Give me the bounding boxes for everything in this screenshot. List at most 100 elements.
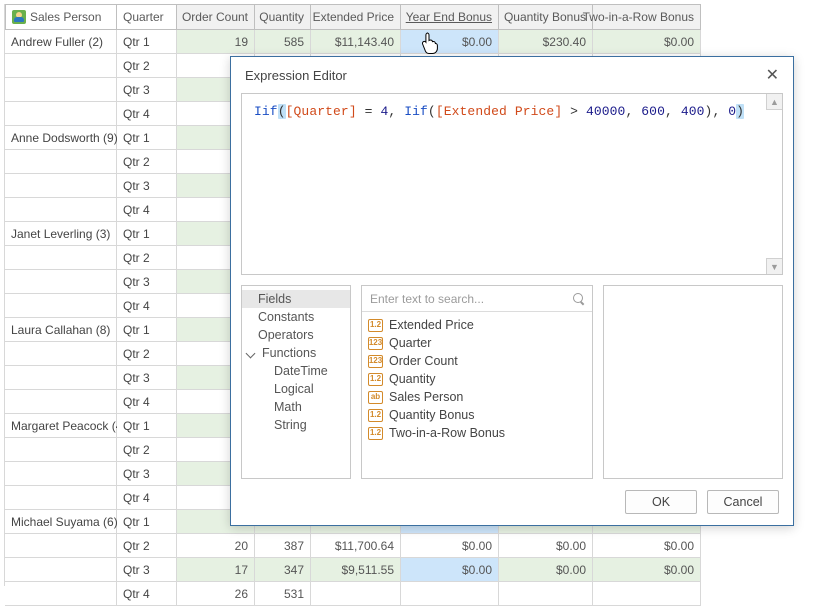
quantity-cell[interactable]: 585 <box>255 30 311 54</box>
quarter-cell[interactable]: Qtr 1 <box>117 222 177 246</box>
group-cell[interactable]: Anne Dodsworth (9) <box>5 126 117 150</box>
list-item[interactable]: 123Order Count <box>362 352 592 370</box>
column-header-quarter[interactable]: Quarter <box>117 4 177 30</box>
quarter-cell[interactable]: Qtr 4 <box>117 294 177 318</box>
quantity-bonus-cell[interactable]: $0.00 <box>499 534 593 558</box>
quarter-cell[interactable]: Qtr 3 <box>117 558 177 582</box>
quantity-cell[interactable]: 347 <box>255 558 311 582</box>
quarter-cell[interactable]: Qtr 1 <box>117 126 177 150</box>
quarter-cell[interactable]: Qtr 4 <box>117 198 177 222</box>
quantity-cell[interactable]: 387 <box>255 534 311 558</box>
tree-node-functions[interactable]: Functions <box>242 344 350 362</box>
two-in-a-row-bonus-cell[interactable]: $0.00 <box>593 558 701 582</box>
quarter-cell[interactable]: Qtr 2 <box>117 246 177 270</box>
extended-price-cell[interactable]: $9,511.55 <box>311 558 401 582</box>
column-header-two-in-a-row-bonus[interactable]: Two-in-a-Row Bonus <box>593 4 701 30</box>
list-item[interactable]: 123Quarter <box>362 334 592 352</box>
quarter-cell[interactable]: Qtr 2 <box>117 54 177 78</box>
group-cell[interactable] <box>5 270 117 294</box>
field-search[interactable] <box>362 286 592 312</box>
list-item[interactable]: 1.2Quantity <box>362 370 592 388</box>
quarter-cell[interactable]: Qtr 1 <box>117 414 177 438</box>
tree-node-operators[interactable]: Operators <box>242 326 350 344</box>
quarter-cell[interactable]: Qtr 3 <box>117 270 177 294</box>
tree-node-constants[interactable]: Constants <box>242 308 350 326</box>
two-in-a-row-bonus-cell[interactable]: $0.00 <box>593 30 701 54</box>
field-list[interactable]: 1.2Extended Price123Quarter123Order Coun… <box>362 312 592 446</box>
group-cell[interactable] <box>5 366 117 390</box>
quarter-cell[interactable]: Qtr 2 <box>117 342 177 366</box>
group-cell[interactable] <box>5 342 117 366</box>
search-input[interactable] <box>368 291 572 307</box>
group-cell[interactable] <box>5 54 117 78</box>
two-in-a-row-bonus-cell[interactable]: $0.00 <box>593 534 701 558</box>
group-cell[interactable] <box>5 78 117 102</box>
close-icon[interactable]: ✕ <box>762 61 783 89</box>
group-cell[interactable] <box>5 558 117 582</box>
column-header-quantity[interactable]: Quantity <box>255 4 311 30</box>
quarter-cell[interactable]: Qtr 4 <box>117 390 177 414</box>
quarter-cell[interactable]: Qtr 1 <box>117 318 177 342</box>
quarter-cell[interactable]: Qtr 3 <box>117 462 177 486</box>
ok-button[interactable]: OK <box>625 490 697 514</box>
order-count-cell[interactable]: 20 <box>177 534 255 558</box>
tree-node-fields[interactable]: Fields <box>242 290 350 308</box>
tree-node-logical[interactable]: Logical <box>242 380 350 398</box>
group-cell[interactable] <box>5 246 117 270</box>
quarter-cell[interactable]: Qtr 4 <box>117 102 177 126</box>
quarter-cell[interactable]: Qtr 3 <box>117 78 177 102</box>
quarter-cell[interactable]: Qtr 3 <box>117 174 177 198</box>
cancel-button[interactable]: Cancel <box>707 490 779 514</box>
group-cell[interactable]: Laura Callahan (8) <box>5 318 117 342</box>
quarter-cell[interactable]: Qtr 2 <box>117 150 177 174</box>
quarter-cell[interactable]: Qtr 2 <box>117 534 177 558</box>
order-count-cell[interactable]: 17 <box>177 558 255 582</box>
tree-node-datetime[interactable]: DateTime <box>242 362 350 380</box>
quarter-cell[interactable]: Qtr 1 <box>117 510 177 534</box>
column-header-sales-person[interactable]: Sales Person <box>5 4 117 30</box>
group-cell[interactable] <box>5 462 117 486</box>
field-label: Extended Price <box>389 318 474 332</box>
group-cell[interactable] <box>5 294 117 318</box>
scroll-up-icon[interactable]: ▲ <box>766 94 782 110</box>
column-header-quantity-bonus[interactable]: Quantity Bonus <box>499 4 593 30</box>
quantity-bonus-cell[interactable]: $230.40 <box>499 30 593 54</box>
tree-node-math[interactable]: Math <box>242 398 350 416</box>
tree-node-string[interactable]: String <box>242 416 350 434</box>
expression-text-editor[interactable]: Iif([Quarter] = 4, Iif([Extended Price] … <box>241 93 783 275</box>
order-count-cell[interactable]: 19 <box>177 30 255 54</box>
group-cell[interactable] <box>5 150 117 174</box>
list-item[interactable]: 1.2Extended Price <box>362 316 592 334</box>
field-type-icon: ab <box>368 391 383 404</box>
group-cell[interactable] <box>5 486 117 510</box>
year-end-bonus-cell[interactable]: $0.00 <box>401 558 499 582</box>
quarter-cell[interactable]: Qtr 4 <box>117 486 177 510</box>
group-cell[interactable] <box>5 534 117 558</box>
group-cell[interactable]: Michael Suyama (6) <box>5 510 117 534</box>
quarter-cell[interactable]: Qtr 1 <box>117 30 177 54</box>
list-item[interactable]: abSales Person <box>362 388 592 406</box>
column-header-order-count[interactable]: Order Count <box>177 4 255 30</box>
group-cell[interactable]: Andrew Fuller (2) <box>5 30 117 54</box>
group-cell[interactable]: Janet Leverling (3) <box>5 222 117 246</box>
group-cell[interactable] <box>5 198 117 222</box>
group-cell[interactable] <box>5 174 117 198</box>
group-cell[interactable] <box>5 438 117 462</box>
extended-price-cell[interactable]: $11,143.40 <box>311 30 401 54</box>
quarter-cell[interactable]: Qtr 2 <box>117 438 177 462</box>
list-item[interactable]: 1.2Quantity Bonus <box>362 406 592 424</box>
list-item[interactable]: 1.2Two-in-a-Row Bonus <box>362 424 592 442</box>
group-cell[interactable] <box>5 102 117 126</box>
scroll-down-icon[interactable]: ▼ <box>766 258 782 274</box>
quantity-bonus-cell[interactable]: $0.00 <box>499 558 593 582</box>
field-label: Quantity <box>389 372 436 386</box>
year-end-bonus-cell[interactable]: $0.00 <box>401 30 499 54</box>
group-cell[interactable]: Margaret Peacock (4) <box>5 414 117 438</box>
year-end-bonus-cell[interactable]: $0.00 <box>401 534 499 558</box>
column-header-extended-price[interactable]: Extended Price <box>311 4 401 30</box>
quarter-cell[interactable]: Qtr 3 <box>117 366 177 390</box>
extended-price-cell[interactable]: $11,700.64 <box>311 534 401 558</box>
column-header-year-end-bonus[interactable]: Year End Bonus <box>401 4 499 30</box>
group-cell[interactable] <box>5 390 117 414</box>
category-tree[interactable]: Fields Constants Operators Functions Dat… <box>241 285 351 479</box>
